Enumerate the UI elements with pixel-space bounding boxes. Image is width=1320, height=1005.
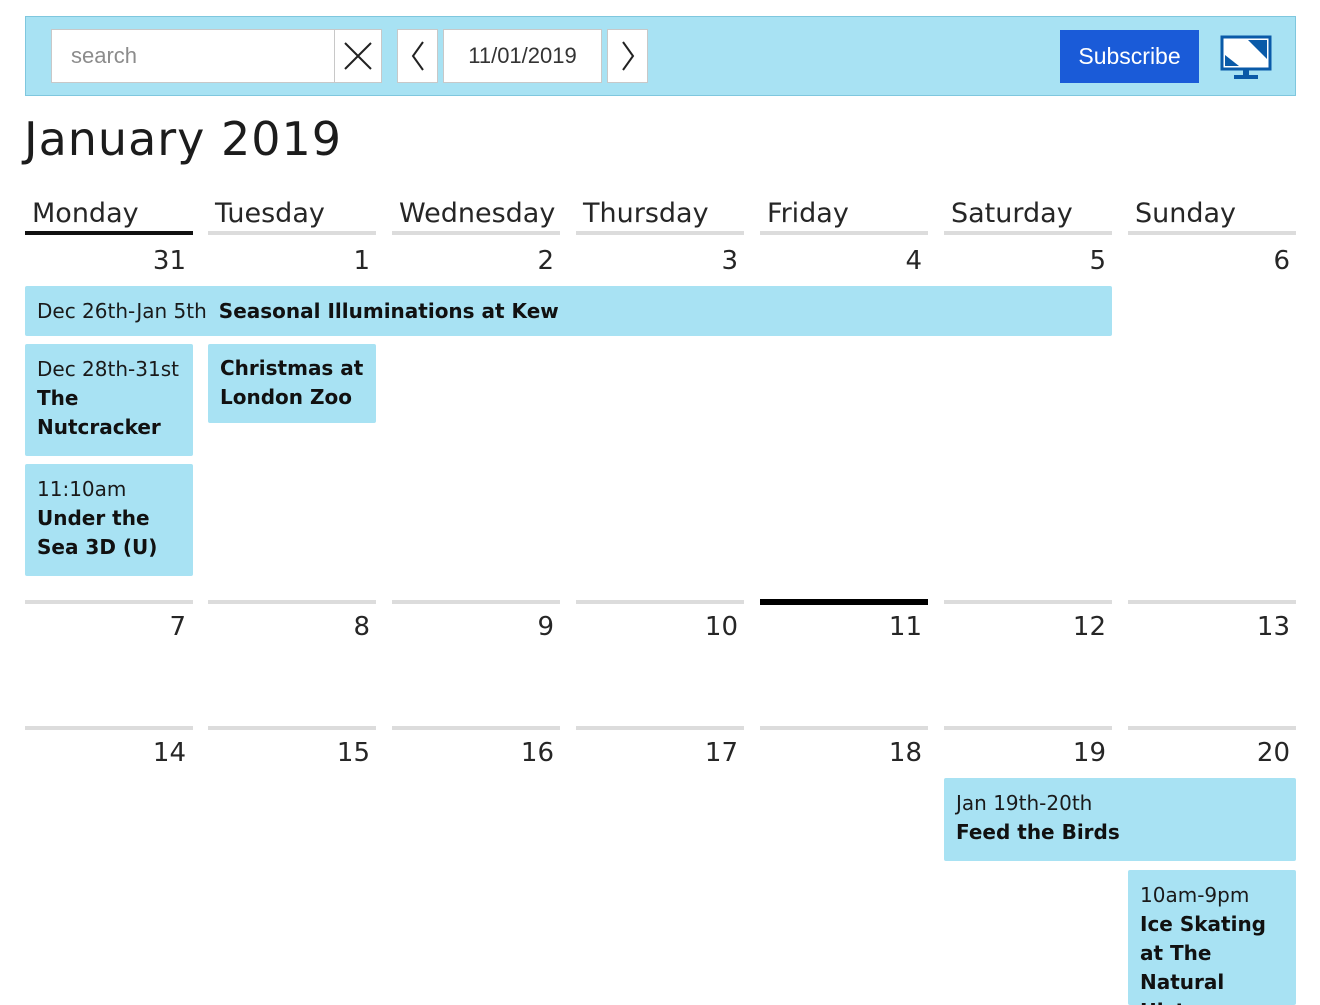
event-time: Jan 19th-20th [956, 791, 1093, 815]
day-number[interactable]: 19 [946, 738, 1106, 768]
day-number[interactable]: 7 [26, 612, 186, 642]
day-number[interactable]: 1 [210, 246, 370, 276]
day-header-thursday: Thursday [576, 199, 744, 235]
day-number[interactable]: 9 [394, 612, 554, 642]
event-time: Dec 28th-31st [37, 357, 179, 381]
day-number[interactable]: 2 [394, 246, 554, 276]
event-the-nutcracker[interactable]: Dec 28th-31st The Nutcracker [25, 344, 193, 456]
previous-date-button[interactable] [397, 29, 438, 83]
day-number[interactable]: 3 [578, 246, 738, 276]
day-header-friday: Friday [760, 199, 928, 235]
day-number[interactable]: 31 [26, 246, 186, 276]
day-divider [1128, 726, 1296, 730]
day-divider [208, 726, 376, 730]
event-title: Under the Sea 3D (U) [37, 506, 158, 559]
day-number[interactable]: 8 [210, 612, 370, 642]
day-divider [576, 726, 744, 730]
day-number[interactable]: 16 [394, 738, 554, 768]
day-divider [944, 600, 1112, 604]
subscribe-button[interactable]: Subscribe [1060, 30, 1199, 83]
day-number[interactable]: 14 [26, 738, 186, 768]
event-seasonal-illuminations[interactable]: Dec 26th-Jan 5th Seasonal Illuminations … [25, 286, 1112, 336]
day-number[interactable]: 12 [946, 612, 1106, 642]
day-header-sunday: Sunday [1128, 199, 1296, 235]
close-icon [344, 42, 372, 70]
day-number[interactable]: 20 [1130, 738, 1290, 768]
day-number[interactable]: 13 [1130, 612, 1290, 642]
date-field[interactable]: 11/01/2019 [443, 29, 602, 83]
day-divider [208, 600, 376, 604]
day-divider [944, 726, 1112, 730]
chevron-left-icon [411, 41, 424, 71]
today-indicator [760, 599, 928, 605]
day-divider [392, 600, 560, 604]
event-title: Seasonal Illuminations at Kew [218, 298, 559, 323]
day-number[interactable]: 5 [946, 246, 1106, 276]
day-number-today[interactable]: 11 [762, 612, 922, 642]
event-title: The Nutcracker [37, 386, 161, 439]
day-divider [25, 726, 193, 730]
day-divider [1128, 600, 1296, 604]
event-under-the-sea[interactable]: 11:10am Under the Sea 3D (U) [25, 464, 193, 576]
day-divider [760, 726, 928, 730]
day-divider [25, 600, 193, 604]
clear-search-button[interactable] [334, 29, 382, 83]
event-christmas-london-zoo[interactable]: Christmas at London Zoo [208, 344, 376, 423]
event-ice-skating[interactable]: 10am-9pm Ice Skating at The Natural Hist… [1128, 870, 1296, 1005]
day-header-tuesday: Tuesday [208, 199, 376, 235]
event-title: Ice Skating at The Natural History [1140, 912, 1266, 1005]
day-number[interactable]: 6 [1130, 246, 1290, 276]
day-divider [576, 600, 744, 604]
month-title: January 2019 [24, 112, 343, 166]
day-number[interactable]: 18 [762, 738, 922, 768]
event-time: Dec 26th-Jan 5th [37, 299, 207, 323]
next-date-button[interactable] [607, 29, 648, 83]
day-divider [392, 726, 560, 730]
day-number[interactable]: 17 [578, 738, 738, 768]
event-title: Christmas at London Zoo [220, 356, 364, 409]
day-header-saturday: Saturday [944, 199, 1112, 235]
day-header-monday: Monday [25, 199, 193, 235]
event-feed-the-birds[interactable]: Jan 19th-20th Feed the Birds [944, 778, 1296, 861]
chevron-right-icon [621, 41, 634, 71]
event-title: Feed the Birds [956, 820, 1120, 844]
cast-screen-icon[interactable] [1220, 34, 1272, 82]
event-time: 11:10am [37, 477, 127, 501]
day-number[interactable]: 15 [210, 738, 370, 768]
search-input[interactable] [51, 29, 335, 83]
day-header-wednesday: Wednesday [392, 199, 560, 235]
day-number[interactable]: 10 [578, 612, 738, 642]
day-number[interactable]: 4 [762, 246, 922, 276]
event-time: 10am-9pm [1140, 883, 1250, 907]
